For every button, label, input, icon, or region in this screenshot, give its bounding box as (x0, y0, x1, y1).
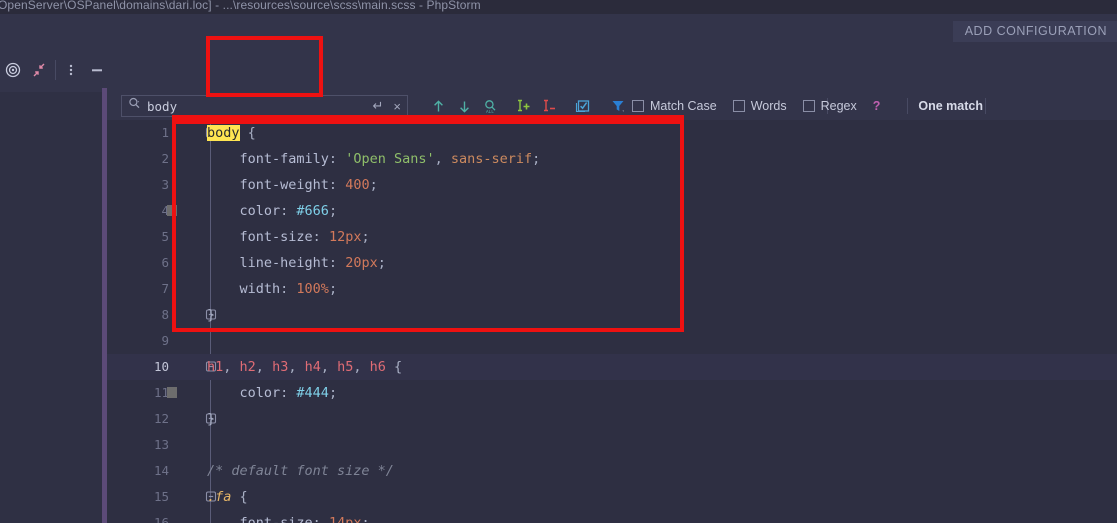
code-text: color: #444; (207, 385, 338, 401)
line-number: 14 (153, 463, 169, 478)
find-options: Match Case Words Regex ? One match (632, 92, 983, 120)
search-clear-icon[interactable]: × (393, 99, 401, 114)
code-line[interactable]: 13 (107, 432, 1117, 458)
code-text: } (207, 411, 216, 427)
code-line[interactable]: 16 font-size: 14px; (107, 510, 1117, 523)
code-line[interactable]: 9 (107, 328, 1117, 354)
bookmark-marker-icon[interactable] (167, 387, 177, 398)
code-text: font-family: 'Open Sans', sans-serif; (207, 151, 541, 167)
code-text: /* default font size */ (207, 463, 394, 479)
line-number: 16 (153, 515, 169, 523)
tool-row: gulpfile.js × main.scss × normalize.css … (0, 48, 1117, 140)
nav-separator-3 (985, 98, 986, 114)
code-line[interactable]: 14 /* default font size */ (107, 458, 1117, 484)
search-result-status: One match (918, 99, 983, 113)
regex-label: Regex (820, 99, 857, 113)
code-line[interactable]: 10 h1, h2, h3, h4, h5, h6 { (107, 354, 1117, 380)
code-text: .fa { (207, 489, 248, 505)
code-text: } (207, 307, 216, 323)
line-number: 6 (161, 255, 169, 270)
add-configuration-button[interactable]: ADD CONFIGURATION (952, 21, 1117, 42)
tool-separator (55, 60, 56, 80)
line-number: 8 (161, 307, 169, 322)
more-options-icon[interactable] (58, 48, 84, 92)
tool-window-pane (0, 92, 102, 523)
code-line[interactable]: 2 font-family: 'Open Sans', sans-serif; (107, 146, 1117, 172)
search-input[interactable]: body ↵ × (121, 95, 408, 117)
line-number: 7 (161, 281, 169, 296)
line-number: 4 (161, 203, 169, 218)
code-text: width: 100%; (207, 281, 338, 297)
line-number: 11 (153, 385, 169, 400)
code-line[interactable]: 7 width: 100%; (107, 276, 1117, 302)
line-number: 13 (153, 437, 169, 452)
words-label: Words (750, 99, 787, 113)
target-icon[interactable] (0, 48, 26, 92)
line-number: 9 (161, 333, 169, 348)
code-line[interactable]: 5 font-size: 12px; (107, 224, 1117, 250)
search-enter-icon[interactable]: ↵ (373, 98, 384, 114)
navigation-bar: ADD CONFIGURATION (0, 14, 1117, 48)
code-line[interactable]: 12} (107, 406, 1117, 432)
words-checkbox[interactable]: Words (732, 99, 787, 113)
code-text: color: #666; (207, 203, 338, 219)
code-text: font-weight: 400; (207, 177, 378, 193)
code-text: h1, h2, h3, h4, h5, h6 { (207, 359, 403, 375)
minimize-icon[interactable] (84, 48, 110, 92)
code-line[interactable]: 11 color: #444; (107, 380, 1117, 406)
search-icon (128, 97, 141, 115)
collapse-icon[interactable] (26, 48, 52, 92)
title-bar: OpenServer\OSPanel\domains\dari.loc] - .… (0, 0, 1117, 14)
window-title: OpenServer\OSPanel\domains\dari.loc] - .… (0, 0, 481, 12)
search-field-underline-annotation (172, 115, 684, 120)
code-line[interactable]: 1 body { (107, 120, 1117, 146)
checkbox-box (632, 100, 644, 112)
regex-checkbox[interactable]: Regex (802, 99, 857, 113)
checkbox-box (732, 100, 745, 112)
line-number: 12 (153, 411, 169, 426)
code-editor[interactable]: 1 body { 2 font-family: 'Open Sans', sans-… (107, 120, 1117, 523)
code-line[interactable]: 3 font-weight: 400; (107, 172, 1117, 198)
code-line[interactable]: 4 color: #666; (107, 198, 1117, 224)
code-line[interactable]: 15 .fa { (107, 484, 1117, 510)
checkbox-box (802, 100, 815, 112)
line-number: 1 (161, 125, 169, 140)
line-number: 2 (161, 151, 169, 166)
bookmark-marker-icon[interactable] (167, 205, 177, 216)
left-tool-icons (0, 48, 102, 92)
regex-help-icon[interactable]: ? (873, 99, 881, 113)
line-number: 15 (153, 489, 169, 504)
line-number: 5 (161, 229, 169, 244)
code-text: font-size: 12px; (207, 229, 370, 245)
line-number: 10 (153, 359, 169, 374)
code-text: body { (207, 125, 256, 141)
match-case-label: Match Case (650, 99, 717, 113)
code-line[interactable]: 8} (107, 302, 1117, 328)
phpstorm-window: OpenServer\OSPanel\domains\dari.loc] - .… (0, 0, 1117, 523)
match-case-checkbox[interactable]: Match Case (632, 99, 717, 113)
code-text: line-height: 20px; (207, 255, 386, 271)
code-line[interactable]: 6 line-height: 20px; (107, 250, 1117, 276)
svg-text:ALL: ALL (486, 110, 494, 114)
search-input-value: body (147, 98, 178, 114)
line-number: 3 (161, 177, 169, 192)
code-text: font-size: 14px; (207, 515, 370, 523)
